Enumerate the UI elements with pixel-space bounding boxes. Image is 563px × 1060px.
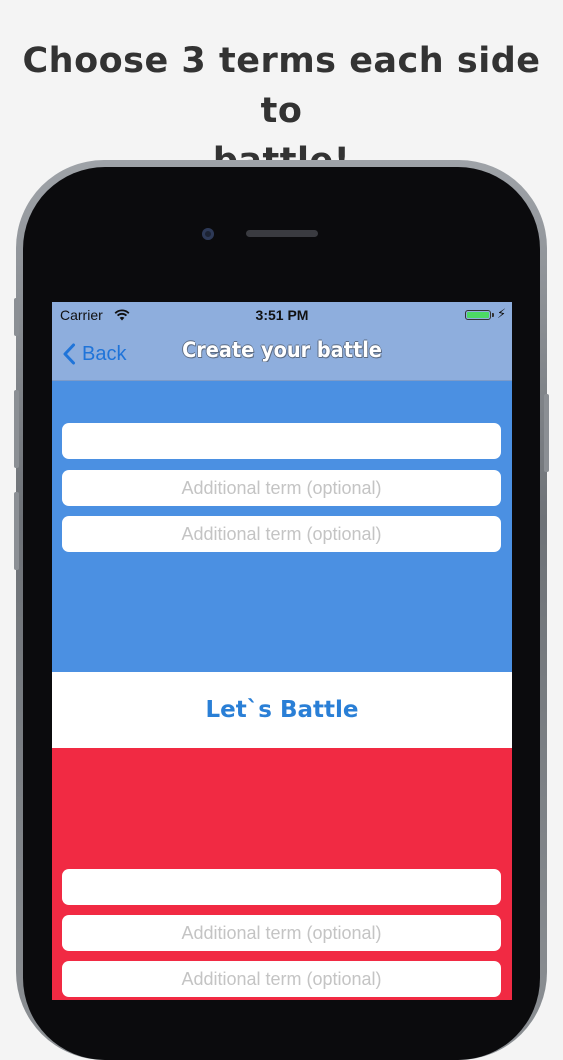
side-a-panel: [52, 381, 512, 672]
status-bar: Carrier 3:51 PM ⚡: [52, 306, 512, 324]
side-a-term-2-input[interactable]: [62, 470, 501, 506]
battery-level-fill: [467, 312, 489, 318]
nav-title: Create your battle: [182, 338, 382, 362]
phone-power-button: [544, 394, 549, 472]
front-camera-icon: [202, 228, 214, 240]
charging-bolt-icon: ⚡: [497, 306, 507, 321]
battery-icon: [465, 310, 494, 320]
lets-battle-button[interactable]: Let`s Battle: [200, 696, 365, 724]
side-b-term-1-input[interactable]: [62, 869, 501, 905]
navigation-bar: Carrier 3:51 PM ⚡ Back Create your battl…: [52, 302, 512, 381]
phone-volume-down: [14, 492, 19, 570]
side-b-term-2-input[interactable]: [62, 915, 501, 951]
side-a-term-3-input[interactable]: [62, 516, 501, 552]
side-a-term-1-input[interactable]: [62, 423, 501, 459]
earpiece-speaker: [246, 230, 318, 237]
headline-line-1: Choose 3 terms each side to: [22, 41, 541, 131]
status-time: 3:51 PM: [255, 307, 309, 323]
app-screen: Carrier 3:51 PM ⚡ Back Create your battl…: [52, 302, 512, 1000]
side-b-term-3-input[interactable]: [62, 961, 501, 997]
phone-mute-switch: [14, 298, 19, 336]
battle-bar: Let`s Battle: [52, 672, 512, 748]
phone-volume-up: [14, 390, 19, 468]
side-b-panel: [52, 748, 512, 1000]
